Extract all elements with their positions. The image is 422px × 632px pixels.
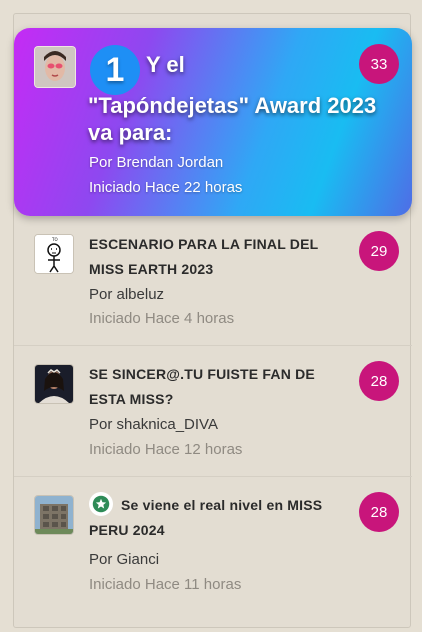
featured-topic-card[interactable]: 1 Y el "Tapóndejetas" Award 2023 va para… (14, 28, 412, 216)
star-icon (89, 492, 113, 517)
topic-title-text[interactable]: Se viene el real nivel en MISS PERU 2024 (89, 497, 322, 538)
author-avatar[interactable] (34, 46, 76, 88)
featured-title-line1[interactable]: Y el (146, 52, 185, 78)
svg-text:TO: TO (51, 237, 58, 242)
featured-title-line2[interactable]: "Tapóndejetas" Award 2023 va para: (88, 92, 388, 146)
featured-started: Iniciado Hace 22 horas (89, 179, 243, 196)
topic-thumbnail[interactable]: TO (34, 234, 74, 274)
reply-count-badge: 28 (359, 492, 399, 532)
rank-badge: 1 (90, 45, 140, 95)
topic-thumbnail[interactable] (34, 364, 74, 404)
topic-item[interactable]: TO ESCENARIO PARA LA FINAL DEL MISS EART… (14, 216, 412, 345)
topic-started: Iniciado Hace 12 horas (89, 441, 243, 458)
reply-count-badge: 33 (359, 44, 399, 84)
topic-title[interactable]: Se viene el real nivel en MISS PERU 2024 (89, 492, 349, 543)
topic-started: Iniciado Hace 11 horas (89, 576, 242, 593)
topic-author[interactable]: Por Gianci (89, 551, 159, 568)
topic-thumbnail[interactable] (34, 495, 74, 535)
topic-author[interactable]: Por albeluz (89, 286, 164, 303)
topic-title[interactable]: ESCENARIO PARA LA FINAL DEL MISS EARTH 2… (89, 232, 349, 282)
topic-item[interactable]: SE SINCER@.TU FUISTE FAN DE ESTA MISS? P… (14, 346, 412, 476)
reply-count-badge: 29 (359, 231, 399, 271)
topic-title[interactable]: SE SINCER@.TU FUISTE FAN DE ESTA MISS? (89, 362, 349, 412)
topic-item[interactable]: Se viene el real nivel en MISS PERU 2024… (14, 477, 412, 607)
reply-count-badge: 28 (359, 361, 399, 401)
featured-author[interactable]: Por Brendan Jordan (89, 154, 223, 171)
topic-started: Iniciado Hace 4 horas (89, 310, 235, 327)
topic-author[interactable]: Por shaknica_DIVA (89, 416, 218, 433)
